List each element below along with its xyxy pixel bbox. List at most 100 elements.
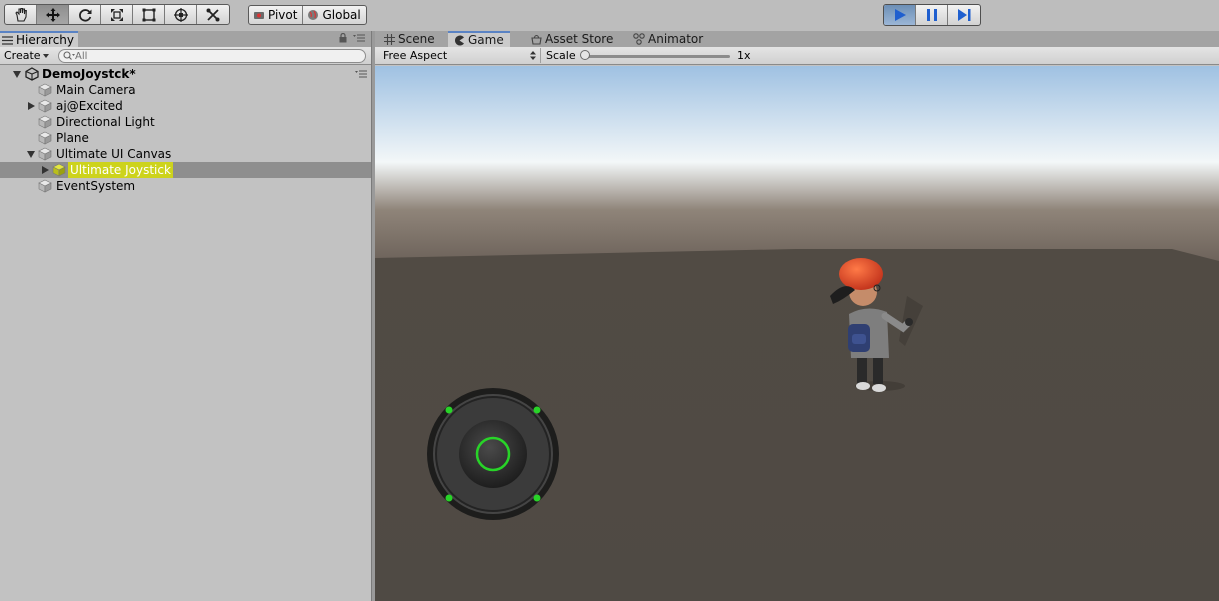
custom-tool-icon — [206, 8, 220, 21]
collapsed-arrow-icon[interactable] — [26, 101, 36, 111]
hierarchy-item[interactable]: Directional Light — [0, 114, 371, 130]
pivot-global-toggle: Pivot Global — [248, 5, 367, 25]
hierarchy-item-label: EventSystem — [56, 179, 136, 193]
step-icon — [958, 9, 971, 21]
scale-label: Scale — [546, 49, 576, 62]
view-tab-row: Scene Game Asset Store Animator — [375, 31, 1219, 47]
hierarchy-item-label: Directional Light — [56, 115, 155, 129]
hierarchy-item[interactable]: Ultimate Joystick — [0, 162, 371, 178]
pause-button[interactable] — [916, 5, 948, 25]
hierarchy-item[interactable]: aj@Excited — [0, 98, 371, 114]
joystick-dot — [445, 494, 453, 502]
gameobject-cube-icon — [38, 179, 52, 193]
create-label: Create — [4, 49, 41, 62]
scene-row[interactable]: DemoJoystck* — [0, 66, 371, 82]
gameobject-cube-icon — [38, 115, 52, 129]
updown-arrows-icon — [530, 51, 536, 60]
pivot-icon — [254, 12, 264, 19]
list-icon — [2, 35, 13, 45]
joystick-knob[interactable] — [459, 420, 527, 488]
grid-icon — [384, 33, 395, 45]
playback-controls — [883, 4, 981, 26]
hierarchy-toolbar: Create All — [0, 47, 371, 65]
expanded-arrow-icon[interactable] — [26, 149, 36, 159]
hierarchy-item-label: Ultimate UI Canvas — [56, 147, 172, 161]
aspect-dropdown[interactable]: Free Aspect — [383, 48, 541, 63]
step-button[interactable] — [948, 5, 980, 25]
expanded-arrow-icon[interactable] — [12, 69, 22, 79]
scale-slider-track[interactable] — [583, 55, 730, 58]
pivot-label: Pivot — [268, 8, 298, 22]
scale-icon — [110, 8, 123, 21]
transform-tools — [4, 4, 230, 25]
panel-menu-icon[interactable] — [353, 34, 365, 42]
create-dropdown[interactable]: Create — [4, 49, 49, 62]
gameobject-cube-icon — [52, 163, 66, 177]
scale-tool-button[interactable] — [101, 5, 133, 24]
pause-icon — [926, 9, 937, 21]
hierarchy-item-label: Plane — [56, 131, 89, 145]
collapsed-arrow-icon[interactable] — [40, 165, 50, 175]
play-button[interactable] — [884, 5, 916, 25]
hand-tool-button[interactable] — [5, 5, 37, 24]
play-icon — [894, 9, 906, 21]
tab-asset-store[interactable]: Asset Store — [531, 31, 613, 47]
animator-icon — [633, 33, 645, 45]
joystick-widget[interactable] — [427, 388, 559, 520]
game-panel: Scene Game Asset Store Animator Free Asp… — [375, 31, 1219, 601]
tab-animator-label: Animator — [648, 32, 704, 46]
hierarchy-item-label: Main Camera — [56, 83, 136, 97]
game-viewport[interactable] — [375, 66, 1219, 601]
rect-tool-button[interactable] — [133, 5, 165, 24]
chevron-down-icon — [42, 53, 49, 58]
joystick-dot — [533, 406, 541, 414]
hierarchy-tab-row: Hierarchy — [0, 31, 371, 47]
hierarchy-item[interactable]: Plane — [0, 130, 371, 146]
hierarchy-item[interactable]: EventSystem — [0, 178, 371, 194]
hierarchy-tab-label: Hierarchy — [16, 33, 75, 47]
pivot-button[interactable]: Pivot — [249, 6, 304, 24]
move-tool-button[interactable] — [37, 5, 69, 24]
scene-menu-icon[interactable] — [355, 70, 367, 78]
tab-animator[interactable]: Animator — [633, 31, 703, 47]
custom-tool-button[interactable] — [197, 5, 229, 24]
joystick-dot — [533, 494, 541, 502]
scale-slider-thumb[interactable] — [580, 50, 590, 60]
hierarchy-item-label: Ultimate Joystick — [68, 162, 173, 178]
rotate-icon — [78, 8, 91, 22]
store-icon — [531, 34, 542, 45]
hierarchy-item[interactable]: Main Camera — [0, 82, 371, 98]
tab-hierarchy[interactable]: Hierarchy — [0, 31, 78, 47]
tab-asset-store-label: Asset Store — [545, 32, 614, 46]
pacman-icon — [455, 35, 464, 45]
scene-name: DemoJoystck* — [42, 67, 136, 81]
globe-icon — [308, 10, 319, 20]
game-scene-render — [375, 66, 1219, 601]
global-label: Global — [322, 8, 361, 22]
tab-game-label: Game — [468, 33, 504, 47]
gameobject-cube-icon — [38, 83, 52, 97]
joystick-dot — [445, 406, 453, 414]
transform-tool-button[interactable] — [165, 5, 197, 24]
aspect-label: Free Aspect — [383, 49, 448, 62]
tab-scene[interactable]: Scene — [384, 31, 435, 47]
gameobject-cube-icon — [38, 147, 52, 161]
search-icon — [63, 51, 75, 60]
lock-icon[interactable] — [339, 33, 347, 43]
search-placeholder: All — [75, 50, 88, 62]
hand-icon — [14, 7, 27, 22]
game-toolbar: Free Aspect Scale 1x — [375, 47, 1219, 65]
hierarchy-item-label: aj@Excited — [56, 99, 123, 113]
hierarchy-item[interactable]: Ultimate UI Canvas — [0, 146, 371, 162]
scale-value: 1x — [737, 49, 751, 62]
move-icon — [45, 7, 60, 22]
rect-tool-icon — [142, 8, 155, 21]
gameobject-cube-icon — [38, 99, 52, 113]
transform-icon — [173, 7, 188, 22]
hierarchy-search-input[interactable]: All — [58, 49, 366, 63]
global-button[interactable]: Global — [303, 6, 365, 24]
unity-scene-icon — [25, 67, 39, 81]
tab-game[interactable]: Game — [448, 31, 510, 47]
rotate-tool-button[interactable] — [69, 5, 101, 24]
hierarchy-panel: Hierarchy Create All DemoJoystck* Main C… — [0, 31, 371, 601]
